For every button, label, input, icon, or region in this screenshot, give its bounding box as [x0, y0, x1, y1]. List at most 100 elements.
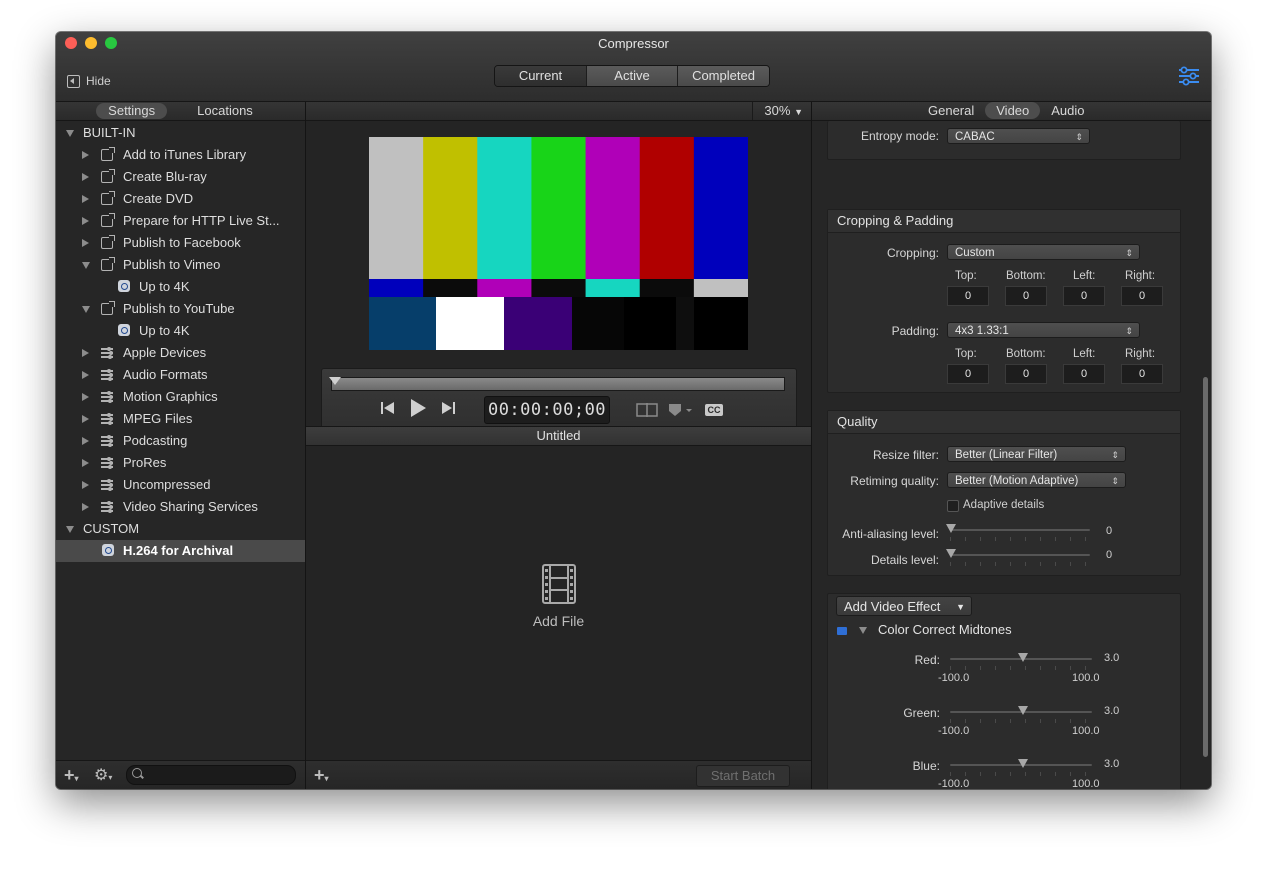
video-effects-panel: Add Video Effect ▼ Color Correct Midtones…	[827, 593, 1181, 789]
disclosure-triangle-icon[interactable]	[859, 627, 867, 634]
hide-label: Hide	[86, 74, 111, 88]
playhead-scrubber[interactable]	[329, 377, 785, 391]
slider-knob[interactable]	[1018, 759, 1029, 768]
tree-item-label: Publish to Vimeo	[123, 257, 221, 272]
entropy-mode-popup[interactable]: CABAC	[947, 128, 1090, 145]
color-bar	[693, 137, 748, 279]
view-segmented-control: Current Active Completed	[494, 65, 770, 87]
color-bar	[639, 137, 695, 279]
inspector-tab-bar: General Video Audio	[812, 102, 1211, 121]
adaptive-details-checkbox[interactable]	[947, 500, 959, 512]
antialiasing-value: 0	[1106, 525, 1113, 537]
tree-item[interactable]: Publish to Vimeo	[56, 254, 305, 276]
tree-item-label: Motion Graphics	[123, 389, 218, 404]
group-builtin[interactable]: BUILT-IN	[56, 122, 305, 144]
antialiasing-slider[interactable]	[946, 524, 1090, 533]
play-icon[interactable]	[408, 398, 428, 418]
green-slider[interactable]	[950, 706, 1092, 715]
add-file-dropzone[interactable]: Add File	[306, 564, 811, 629]
batch-footer: +▾ Start Batch	[306, 760, 811, 789]
batch-title: Untitled	[306, 426, 811, 446]
slider-knob[interactable]	[946, 524, 956, 533]
tree-item[interactable]: Video Sharing Services	[56, 496, 305, 518]
next-frame-icon[interactable]	[440, 400, 456, 416]
tree-item[interactable]: Create DVD	[56, 188, 305, 210]
tab-general[interactable]: General	[917, 102, 985, 119]
encoder-panel: Entropy mode: CABAC	[827, 121, 1181, 160]
retiming-quality-popup[interactable]: Better (Motion Adaptive)	[947, 472, 1126, 489]
color-bar	[436, 297, 505, 350]
tree-item-label: MPEG Files	[123, 411, 193, 426]
tree-item[interactable]: Up to 4K	[56, 320, 305, 342]
tree-item-label: Publish to YouTube	[123, 301, 235, 316]
tree-item[interactable]: Publish to YouTube	[56, 298, 305, 320]
crop-left-field[interactable]: 0	[1063, 286, 1105, 306]
color-bar	[585, 137, 641, 279]
previous-frame-icon[interactable]	[380, 400, 396, 416]
crop-top-field[interactable]: 0	[947, 286, 989, 306]
tree-item[interactable]: Publish to Facebook	[56, 232, 305, 254]
tree-item[interactable]: Audio Formats	[56, 364, 305, 386]
blue-slider[interactable]	[950, 759, 1092, 768]
tab-locations[interactable]: Locations	[185, 103, 265, 119]
slider-ticks	[950, 537, 1090, 541]
slider-knob[interactable]	[946, 549, 956, 558]
settings-search-input[interactable]	[126, 765, 296, 785]
start-batch-button[interactable]: Start Batch	[696, 765, 790, 787]
resize-filter-popup[interactable]: Better (Linear Filter)	[947, 446, 1126, 463]
tab-settings[interactable]: Settings	[96, 103, 168, 119]
add-setting-button[interactable]: +▾	[64, 765, 79, 786]
search-icon	[132, 768, 142, 778]
tree-item[interactable]: Up to 4K	[56, 276, 305, 298]
color-bars-preview	[369, 137, 748, 350]
tab-active[interactable]: Active	[586, 66, 677, 86]
color-bar	[369, 297, 437, 350]
pad-right-field[interactable]: 0	[1121, 364, 1163, 384]
tree-item[interactable]: Uncompressed	[56, 474, 305, 496]
details-level-slider[interactable]	[946, 549, 1090, 558]
red-slider[interactable]	[950, 653, 1092, 662]
tree-item[interactable]: Motion Graphics	[56, 386, 305, 408]
tab-completed[interactable]: Completed	[677, 66, 769, 86]
padding-popup[interactable]: 4x3 1.33:1	[947, 322, 1140, 339]
cropping-popup[interactable]: Custom	[947, 244, 1140, 261]
inspector-toggle-icon[interactable]	[1178, 66, 1200, 86]
details-level-value: 0	[1106, 549, 1113, 561]
zoom-value: 30%	[764, 103, 791, 118]
quality-panel: Quality Resize filter: Better (Linear Fi…	[827, 410, 1181, 576]
pad-bottom-field[interactable]: 0	[1005, 364, 1047, 384]
tree-item[interactable]: Prepare for HTTP Live St...	[56, 210, 305, 232]
split-view-icon[interactable]	[636, 403, 658, 417]
share-destination-icon	[101, 235, 115, 249]
pad-left-field[interactable]: 0	[1063, 364, 1105, 384]
tree-item[interactable]: Podcasting	[56, 430, 305, 452]
tree-item[interactable]: ProRes	[56, 452, 305, 474]
tree-item-label: Create Blu-ray	[123, 169, 207, 184]
add-video-effect-popup[interactable]: Add Video Effect ▼	[836, 596, 972, 616]
tab-video[interactable]: Video	[985, 102, 1041, 119]
tree-item[interactable]: Add to iTunes Library	[56, 144, 305, 166]
tree-item-selected[interactable]: H.264 for Archival	[56, 540, 305, 562]
crop-bottom-field[interactable]: 0	[1005, 286, 1047, 306]
closed-captions-button[interactable]: CC	[705, 404, 723, 416]
sidebar-toggle-icon	[67, 74, 80, 88]
effect-enable-checkbox[interactable]	[837, 627, 847, 635]
share-destination-icon	[101, 191, 115, 205]
tab-current[interactable]: Current	[495, 66, 586, 86]
slider-knob[interactable]	[1018, 653, 1029, 662]
slider-knob[interactable]	[1018, 706, 1029, 715]
zoom-popup[interactable]: 30% ▼	[764, 103, 803, 118]
gear-icon[interactable]: ⚙▾	[94, 765, 112, 785]
tree-item[interactable]: Apple Devices	[56, 342, 305, 364]
crop-right-field[interactable]: 0	[1121, 286, 1163, 306]
inspector-scrollbar[interactable]	[1203, 377, 1208, 757]
tree-item[interactable]: MPEG Files	[56, 408, 305, 430]
tree-item[interactable]: Create Blu-ray	[56, 166, 305, 188]
add-batch-button[interactable]: +▾	[314, 765, 329, 786]
pad-top-field[interactable]: 0	[947, 364, 989, 384]
tab-audio[interactable]: Audio	[1040, 102, 1095, 119]
group-custom[interactable]: CUSTOM	[56, 518, 305, 540]
marker-icon[interactable]	[668, 402, 696, 418]
hide-sidebar-button[interactable]: Hide	[67, 74, 111, 88]
red-value: 3.0	[1104, 652, 1120, 664]
